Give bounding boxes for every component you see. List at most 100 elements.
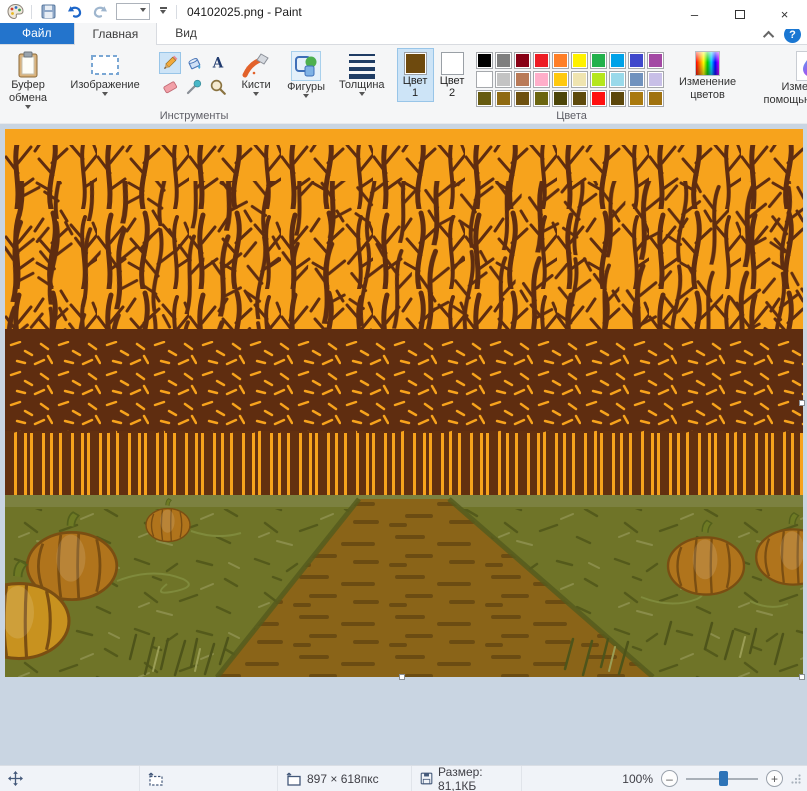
color1-swatch xyxy=(404,52,427,75)
color2-button[interactable]: Цвет 2 xyxy=(434,48,471,102)
palette-swatch[interactable] xyxy=(552,71,569,88)
palette-swatch[interactable] xyxy=(495,52,512,69)
edit-colors-button[interactable]: Изменение цветов xyxy=(669,48,747,102)
palette-swatch[interactable] xyxy=(647,52,664,69)
resize-handle-bottom[interactable] xyxy=(399,674,405,680)
magnifier-tool[interactable] xyxy=(207,76,229,98)
chevron-down-icon xyxy=(140,8,146,15)
maximize-button[interactable] xyxy=(717,0,762,29)
palette-swatch[interactable] xyxy=(647,90,664,107)
zoom-slider[interactable] xyxy=(686,770,758,787)
palette-swatch[interactable] xyxy=(647,71,664,88)
shapes-button[interactable]: Фигуры xyxy=(283,48,329,101)
color2-swatch xyxy=(441,52,464,75)
palette-swatch[interactable] xyxy=(552,52,569,69)
group-shapes: Фигуры xyxy=(280,47,332,123)
palette-swatch[interactable] xyxy=(609,90,626,107)
qat-combobox[interactable] xyxy=(116,3,150,20)
eraser-tool[interactable] xyxy=(159,76,181,98)
palette-swatch[interactable] xyxy=(533,90,550,107)
palette-swatch[interactable] xyxy=(628,71,645,88)
window-controls: – × xyxy=(672,0,807,29)
palette-swatch[interactable] xyxy=(609,52,626,69)
palette-swatch[interactable] xyxy=(571,52,588,69)
resize-grip-icon xyxy=(791,774,801,784)
chevron-down-icon xyxy=(253,92,259,99)
palette-swatch[interactable] xyxy=(514,71,531,88)
thickness-button[interactable]: Толщина xyxy=(335,48,389,99)
magnifier-icon xyxy=(209,78,227,96)
brushes-button[interactable]: Кисти xyxy=(237,48,275,99)
tab-view[interactable]: Вид xyxy=(157,22,215,44)
tab-home[interactable]: Главная xyxy=(74,22,158,45)
sky-flecks xyxy=(5,341,803,433)
resize-handle-corner[interactable] xyxy=(799,674,805,680)
canvas-size-icon xyxy=(286,772,302,786)
chevron-down-icon xyxy=(303,94,309,101)
undo-button[interactable] xyxy=(64,2,84,22)
palette-swatch[interactable] xyxy=(628,90,645,107)
palette-swatch[interactable] xyxy=(514,90,531,107)
paint3d-icon xyxy=(796,51,807,81)
fill-tool[interactable] xyxy=(183,52,205,74)
save-button[interactable] xyxy=(38,2,58,22)
qat-bar-icon xyxy=(160,7,167,9)
palette-swatch[interactable] xyxy=(476,71,493,88)
canvas[interactable] xyxy=(5,129,803,677)
zoom-in-button[interactable]: + xyxy=(766,770,783,787)
paint-logo-icon xyxy=(5,2,25,22)
palette-swatch[interactable] xyxy=(533,71,550,88)
cursor-position-icon xyxy=(8,771,23,786)
palette-swatch[interactable] xyxy=(628,52,645,69)
group-clipboard: Буфер обмена xyxy=(2,47,54,123)
chevron-down-icon xyxy=(359,92,365,99)
chevron-down-icon xyxy=(102,92,108,99)
minimize-button[interactable]: – xyxy=(672,0,717,29)
eyedropper-tool[interactable] xyxy=(183,76,205,98)
palette-swatch[interactable] xyxy=(590,71,607,88)
close-button[interactable]: × xyxy=(762,0,807,29)
chevron-down-icon xyxy=(160,10,166,17)
color1-button[interactable]: Цвет 1 xyxy=(397,48,434,102)
palette-swatch[interactable] xyxy=(495,71,512,88)
palette-swatch[interactable] xyxy=(514,52,531,69)
clipboard-button[interactable]: Буфер обмена xyxy=(5,48,51,112)
shapes-icon xyxy=(291,51,321,81)
svg-text:A: A xyxy=(212,56,224,72)
palette-swatch[interactable] xyxy=(476,90,493,107)
palette-swatch[interactable] xyxy=(590,90,607,107)
status-bar: 897 × 618пкс Размер: 81,1КБ 100% – + xyxy=(0,765,807,791)
group-paint3d: Изменить с помощью Paint 3D xyxy=(752,47,807,123)
selection-icon xyxy=(90,51,120,79)
palette-swatch[interactable] xyxy=(590,52,607,69)
palette-swatch[interactable] xyxy=(476,52,493,69)
palette-swatch[interactable] xyxy=(571,90,588,107)
group-colors: Цвет 1 Цвет 2 Изменение цветов Цвета xyxy=(394,47,750,123)
canvas-art xyxy=(5,129,803,677)
paint3d-button[interactable]: Изменить с помощью Paint 3D xyxy=(755,48,807,107)
chevron-down-icon xyxy=(25,105,31,112)
edit-colors-icon xyxy=(695,51,720,76)
text-tool[interactable]: A xyxy=(207,52,229,74)
zoom-slider-thumb[interactable] xyxy=(719,771,728,786)
palette-swatch[interactable] xyxy=(495,90,512,107)
canvas-size-value: 897 × 618пкс xyxy=(307,772,379,786)
image-button[interactable]: Изображение xyxy=(59,48,151,99)
pencil-tool[interactable] xyxy=(159,52,181,74)
palette-swatch[interactable] xyxy=(571,71,588,88)
tab-file[interactable]: Файл xyxy=(0,22,74,44)
resize-handle-right[interactable] xyxy=(799,400,805,406)
palette-swatch[interactable] xyxy=(609,71,626,88)
redo-button[interactable] xyxy=(90,2,110,22)
customize-qat-button[interactable] xyxy=(156,7,170,17)
zoom-out-button[interactable]: – xyxy=(661,770,678,787)
tree-trunks xyxy=(5,431,803,497)
group-image: Изображение xyxy=(56,47,154,123)
maximize-icon xyxy=(735,10,745,19)
palette-swatch[interactable] xyxy=(552,90,569,107)
collapse-ribbon-icon[interactable] xyxy=(763,30,774,41)
zoom-level-value: 100% xyxy=(622,772,653,786)
group-brushes: Кисти xyxy=(234,47,278,123)
palette-swatch[interactable] xyxy=(533,52,550,69)
color-palette xyxy=(476,52,664,107)
